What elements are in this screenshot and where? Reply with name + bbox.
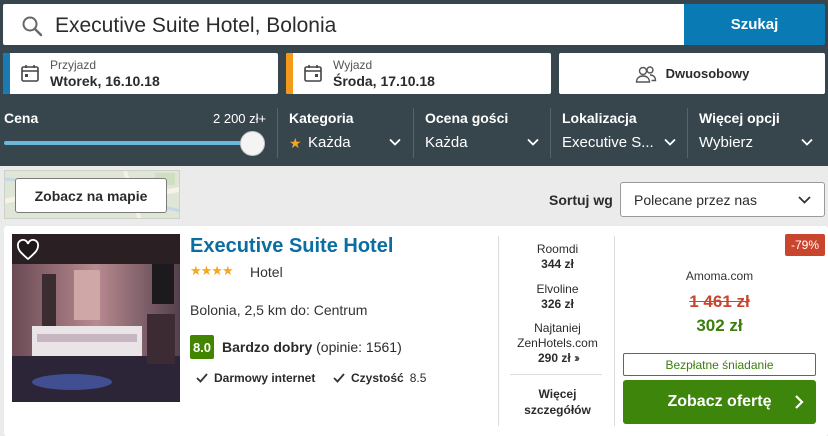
view-offer-label: Zobacz ofertę bbox=[667, 393, 772, 410]
chevron-down-icon bbox=[798, 196, 811, 204]
rating-score-badge: 8.0 bbox=[190, 335, 214, 359]
more-details-line1: Więcej bbox=[538, 387, 577, 401]
location-filter-value[interactable]: Executive S... bbox=[562, 134, 654, 151]
amenity-label: Czystość bbox=[351, 371, 404, 385]
amenity-label: Darmowy internet bbox=[214, 371, 316, 385]
search-button[interactable]: Szukaj bbox=[684, 4, 825, 45]
chevron-down-icon[interactable] bbox=[527, 136, 539, 148]
offer-provider: Roomdi bbox=[536, 242, 579, 256]
price-filter-label: Cena bbox=[4, 110, 39, 126]
rating-summary[interactable]: Bardzo dobry (opinie: 1561) bbox=[222, 339, 402, 355]
more-options-value[interactable]: Wybierz bbox=[699, 134, 753, 151]
offer-provider: Elvoline bbox=[536, 282, 579, 296]
discount-badge: -79% bbox=[785, 234, 825, 256]
sort-label: Sortuj wg bbox=[549, 192, 613, 208]
rating-label: Bardzo dobry bbox=[222, 339, 313, 355]
filter-divider bbox=[687, 108, 688, 158]
offer-price-row: 290 zł ››› bbox=[500, 351, 615, 366]
checkin-value: Wtorek, 16.10.18 bbox=[50, 73, 160, 89]
sort-value: Polecane przez nas bbox=[634, 192, 757, 208]
checkin-accent-bar bbox=[3, 53, 10, 94]
guests-icon bbox=[635, 65, 656, 83]
checkout-label: Wyjazd bbox=[333, 58, 373, 72]
more-details-link[interactable]: Więcej szczegółów bbox=[500, 386, 615, 418]
offer-provider: ZenHotels.com bbox=[517, 336, 598, 350]
price-slider-track[interactable] bbox=[4, 141, 251, 145]
calendar-icon bbox=[21, 65, 39, 82]
check-icon bbox=[333, 373, 345, 383]
amenity-item: Czystość 8.5 bbox=[333, 371, 426, 385]
amenity-item: Darmowy internet bbox=[196, 371, 315, 385]
guest-rating-filter-value[interactable]: Każda bbox=[425, 134, 468, 151]
filter-divider bbox=[413, 108, 414, 158]
offer-label: Najtaniej bbox=[534, 321, 581, 335]
sort-select[interactable]: Polecane przez nas bbox=[620, 182, 825, 217]
price-slider-handle[interactable] bbox=[240, 131, 265, 156]
old-price: 1 461 zł bbox=[689, 292, 750, 311]
checkin-date-field[interactable]: Przyjazd Wtorek, 16.10.18 bbox=[3, 53, 278, 94]
offer-item[interactable]: Roomdi 344 zł bbox=[500, 242, 615, 272]
view-offer-button[interactable]: Zobacz ofertę bbox=[623, 380, 816, 424]
filter-divider bbox=[550, 108, 551, 158]
search-icon bbox=[22, 16, 43, 37]
offer-price: 326 zł bbox=[541, 297, 574, 311]
chevron-down-icon[interactable] bbox=[389, 136, 401, 148]
checkout-date-field[interactable]: Wyjazd Środa, 17.10.18 bbox=[286, 53, 551, 94]
amenity-score: 8.5 bbox=[409, 371, 427, 385]
location-filter-label: Lokalizacja bbox=[562, 110, 637, 126]
checkout-value: Środa, 17.10.18 bbox=[333, 73, 435, 89]
more-details-line2: szczegółów bbox=[524, 403, 591, 417]
deal-provider: Amoma.com bbox=[685, 269, 754, 283]
offer-item[interactable]: Elvoline 326 zł bbox=[500, 282, 615, 312]
checkin-label: Przyjazd bbox=[50, 58, 97, 72]
check-icon bbox=[196, 373, 208, 383]
chevron-down-icon[interactable] bbox=[801, 136, 813, 148]
checkout-accent-bar bbox=[286, 53, 293, 94]
search-query-text: Executive Suite Hotel, Bolonia bbox=[55, 14, 337, 37]
hotel-stars: ★★★★ bbox=[190, 263, 234, 278]
hotel-location[interactable]: Bolonia, 2,5 km do: Centrum bbox=[190, 302, 367, 318]
offer-price: 290 zł bbox=[537, 351, 571, 365]
favorite-heart-icon[interactable] bbox=[16, 239, 40, 261]
chevrons-right-icon: ››› bbox=[574, 351, 580, 365]
search-input[interactable]: Executive Suite Hotel, Bolonia bbox=[3, 4, 684, 45]
offer-price: 344 zł bbox=[541, 257, 574, 271]
hotel-type: Hotel bbox=[250, 264, 283, 280]
price-filter-value: 2 200 zł+ bbox=[213, 111, 267, 126]
star-icon: ★ bbox=[289, 135, 302, 151]
filter-bar: Cena 2 200 zł+ Kategoria ★ Każda Ocena g… bbox=[0, 100, 828, 164]
chevron-right-icon bbox=[795, 395, 804, 409]
free-breakfast-badge: Bezpłatne śniadanie bbox=[623, 353, 816, 376]
category-filter-label: Kategoria bbox=[289, 110, 354, 126]
offer-item[interactable]: Najtaniej ZenHotels.com 290 zł ››› bbox=[500, 321, 615, 366]
filter-divider bbox=[277, 108, 278, 158]
room-type-selector[interactable]: Dwuosobowy bbox=[559, 53, 825, 94]
more-options-label: Więcej opcji bbox=[699, 110, 780, 126]
deal-price: 302 zł bbox=[696, 316, 743, 335]
hotel-name-link[interactable]: Executive Suite Hotel bbox=[190, 235, 393, 258]
room-type-label: Dwuosobowy bbox=[665, 66, 750, 81]
offers-divider bbox=[510, 374, 602, 375]
calendar-icon bbox=[304, 65, 322, 82]
rating-count: (opinie: 1561) bbox=[316, 339, 402, 355]
guest-rating-filter-label: Ocena gości bbox=[425, 110, 509, 126]
view-map-button[interactable]: Zobacz na mapie bbox=[15, 178, 167, 213]
category-filter-value[interactable]: Każda bbox=[308, 134, 351, 151]
chevron-down-icon[interactable] bbox=[664, 136, 676, 148]
column-divider bbox=[498, 236, 499, 426]
